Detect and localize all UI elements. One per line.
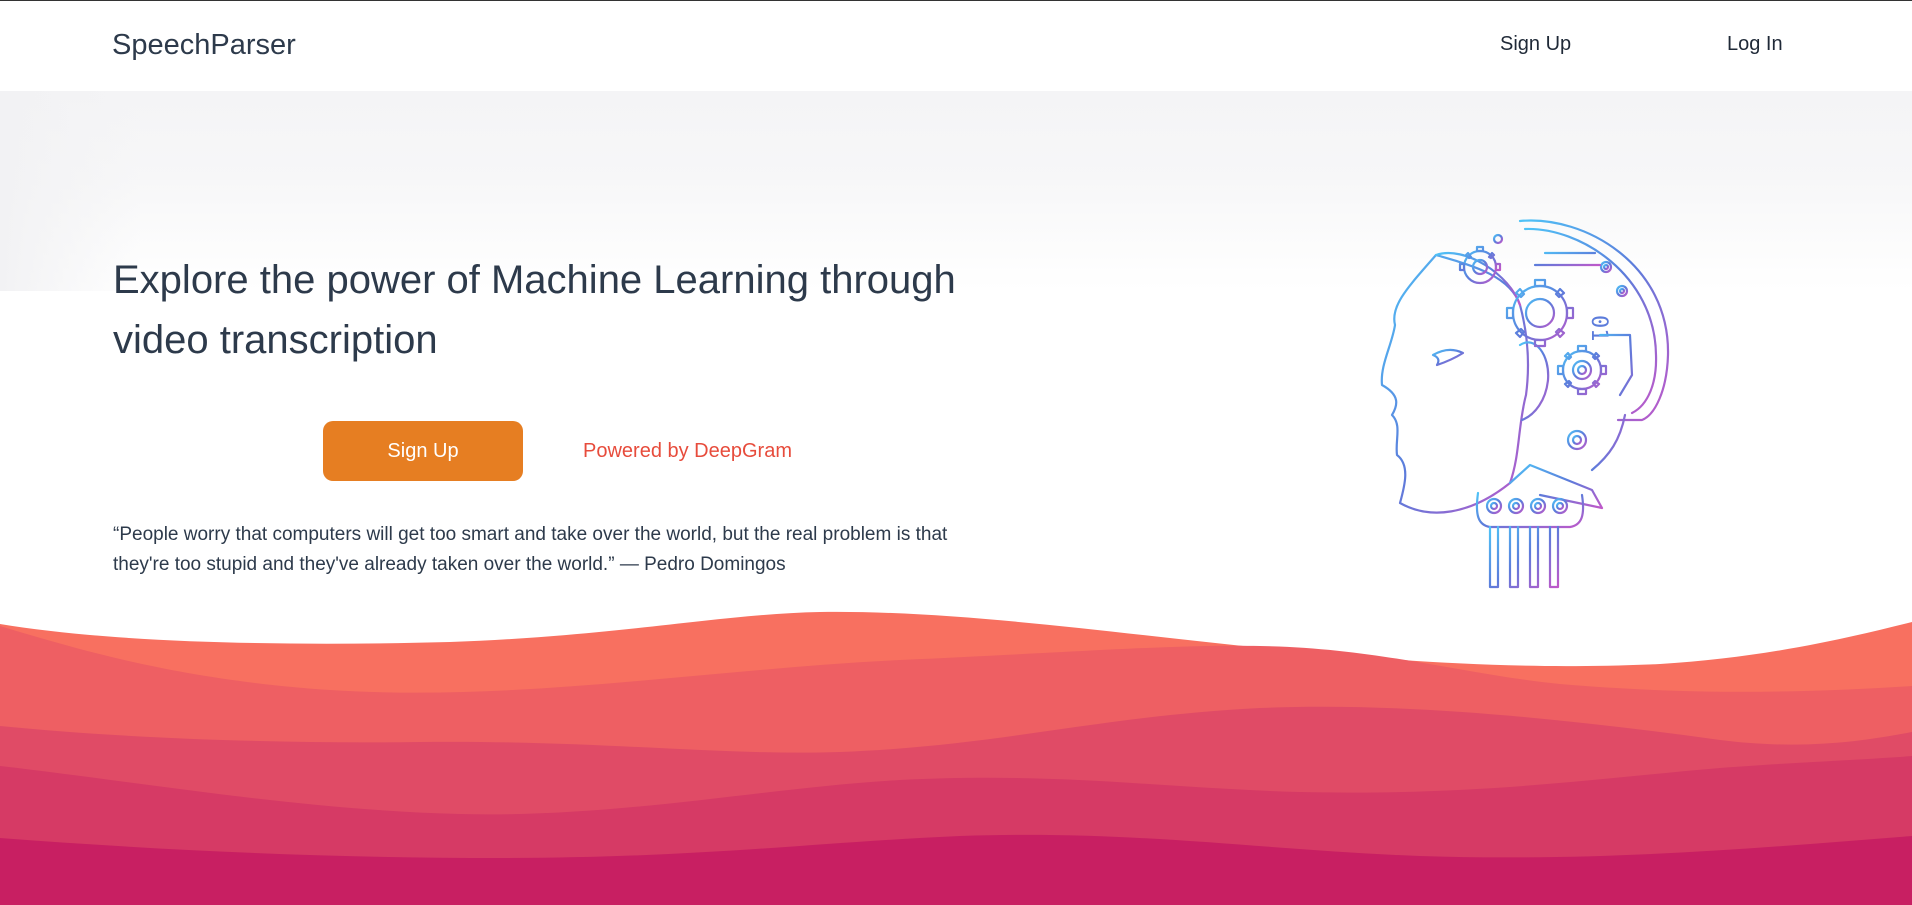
robot-head-gears-icon: 01 (1380, 219, 1670, 589)
powered-by-link[interactable]: Powered by DeepGram (583, 440, 792, 463)
nav-signup-link[interactable]: Sign Up (1500, 33, 1571, 56)
decorative-waves (0, 611, 1912, 905)
hero-quote: “People worry that computers will get to… (113, 524, 948, 575)
hero-title: Explore the power of Machine Learning th… (113, 258, 956, 362)
nav-login-link[interactable]: Log In (1727, 33, 1783, 56)
hero-signup-button[interactable]: Sign Up (323, 421, 523, 481)
brand-logo[interactable]: SpeechParser (112, 29, 296, 62)
svg-text:01: 01 (1586, 315, 1611, 342)
navbar: SpeechParser Sign Up Log In (0, 1, 1912, 91)
